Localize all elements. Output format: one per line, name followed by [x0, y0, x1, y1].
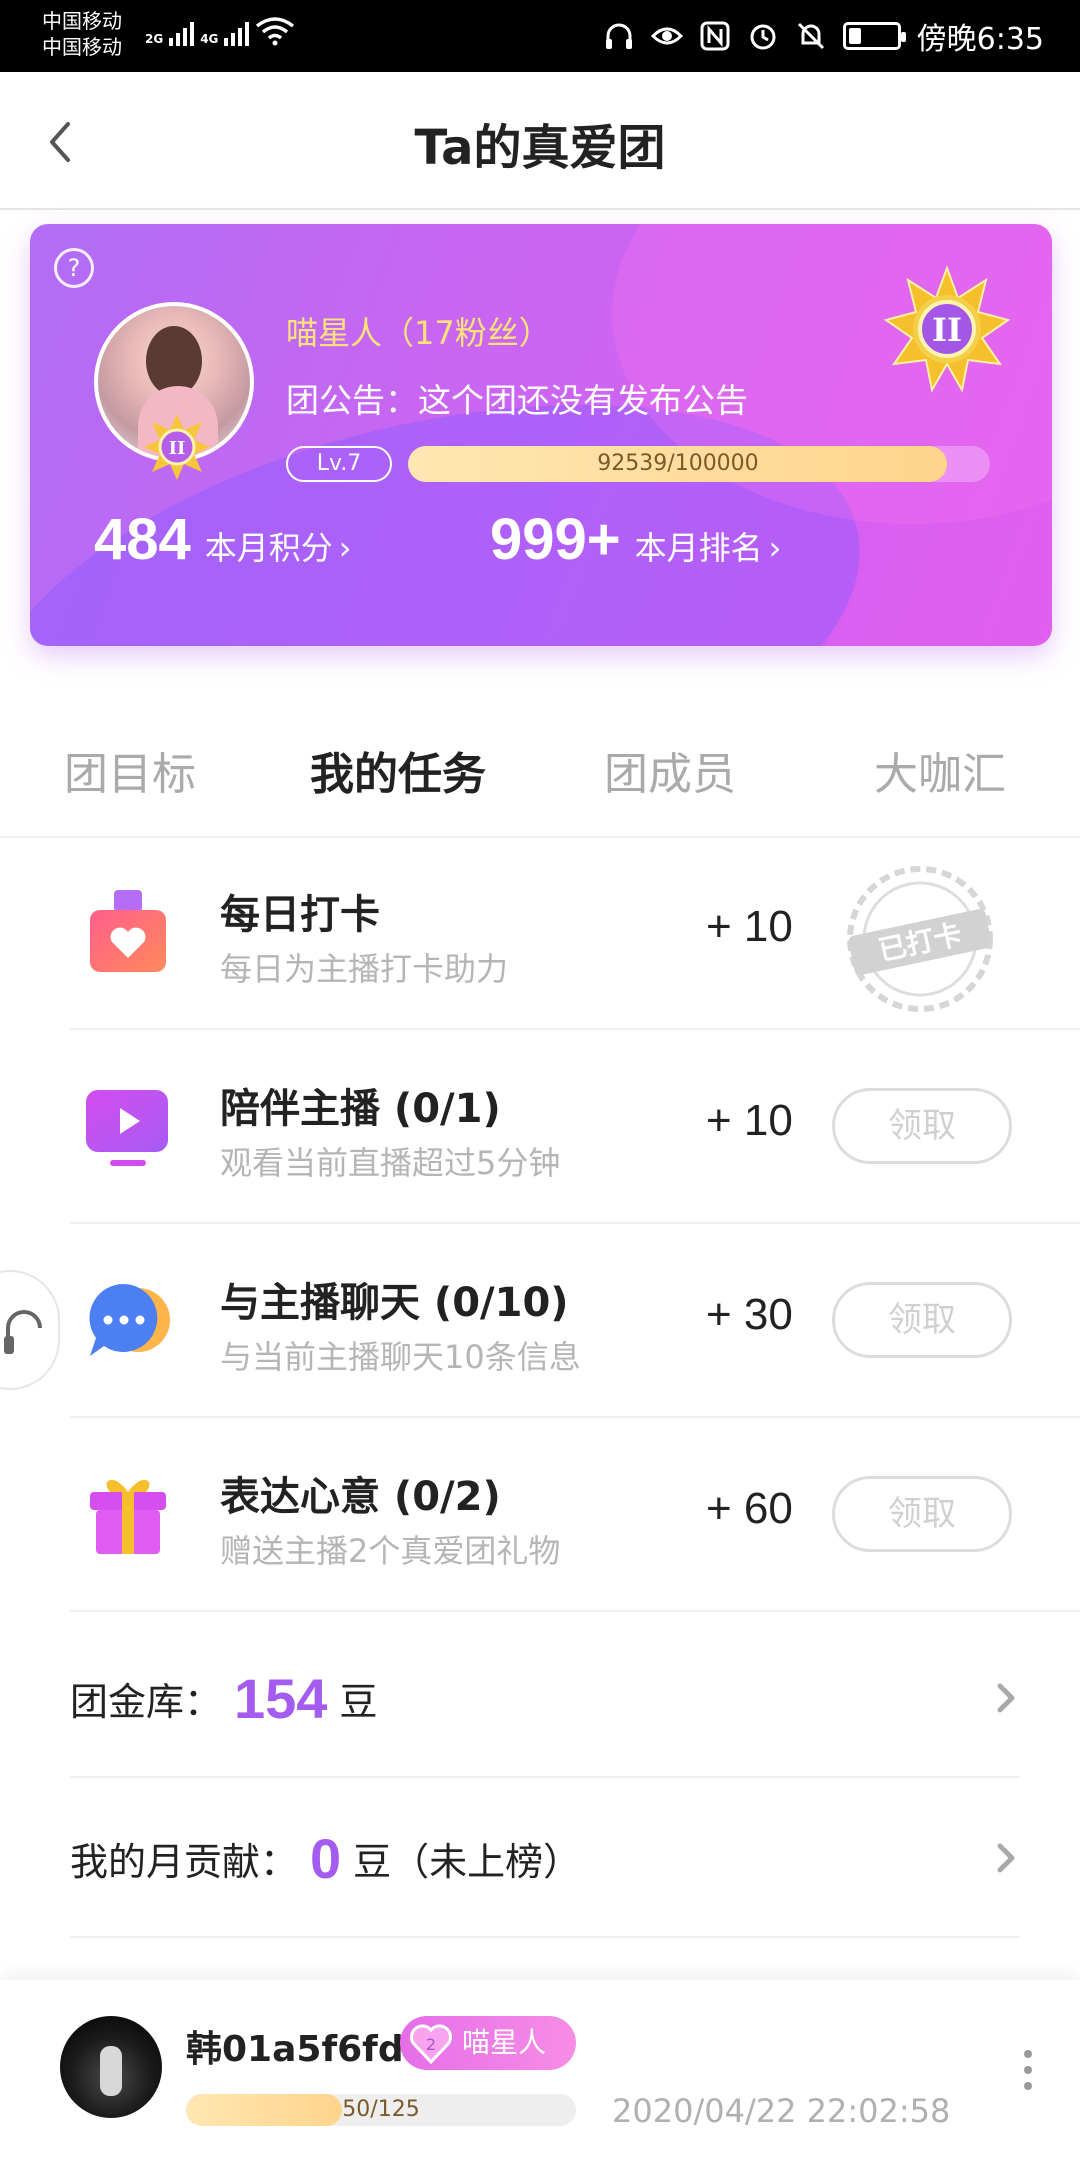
gift-icon [90, 1479, 166, 1554]
tab-big-shots[interactable]: 大咖汇 [874, 738, 1006, 802]
task-daily-checkin: 每日打卡 每日为主播打卡助力 + 10 已打卡 [70, 836, 1080, 1030]
task-points: + 10 [706, 902, 793, 951]
score-value: 484 [94, 507, 191, 572]
chat-bubble-icon [89, 1283, 170, 1356]
medal-icon: II [883, 265, 1011, 393]
play-video-icon [86, 1090, 168, 1166]
fan-club-card: ? II 喵星人（17粉丝） 团公告：这个团还没有发布公告 Lv.7 92539… [30, 224, 1052, 646]
fan-badge: 2 喵星人 [400, 2016, 576, 2070]
carrier-2: 中国移动 [42, 35, 122, 59]
mute-bell-icon [797, 22, 824, 50]
task-title: 陪伴主播 (0/1) [220, 1086, 501, 1132]
gift-box-heart-icon [90, 890, 166, 972]
checked-in-stamp: 已打卡 [847, 866, 993, 1012]
wifi-icon [256, 17, 295, 46]
treasury-row[interactable]: 团金库： 154 豆 [70, 1618, 1020, 1778]
headphone-icon [605, 23, 632, 49]
eye-icon [650, 27, 683, 45]
app-header: Ta的真爱团 [0, 72, 1080, 210]
contribution-label: 我的月贡献： [70, 1839, 299, 1884]
level-badge-icon: II [144, 414, 210, 480]
task-points: + 10 [706, 1096, 793, 1145]
task-title: 表达心意 (0/2) [220, 1474, 501, 1520]
member-name: 韩01a5f6fd [186, 2029, 404, 2070]
tab-members[interactable]: 团成员 [604, 738, 736, 802]
rank-label: 本月排名 [634, 529, 763, 567]
svg-text:II: II [932, 311, 962, 349]
task-desc: 与当前主播聊天10条信息 [220, 1338, 581, 1376]
tab-bar: 团目标 我的任务 团成员 大咖汇 [0, 720, 1080, 840]
battery-icon [842, 22, 906, 50]
score-label: 本月积分 [204, 529, 333, 567]
help-icon[interactable]: ? [54, 248, 94, 288]
task-accompany-anchor: 陪伴主播 (0/1) 观看当前直播超过5分钟 + 10 领取 [70, 1030, 1080, 1224]
task-send-gift: 表达心意 (0/2) 赠送主播2个真爱团礼物 + 60 领取 [70, 1418, 1080, 1612]
contribution-unit: 豆（未上榜） [353, 1839, 582, 1884]
svg-text:II: II [169, 438, 186, 459]
anchor-name: 喵星人（17粉丝） [286, 314, 551, 352]
floating-audio-bubble[interactable] [0, 1270, 60, 1390]
status-bar: 中国移动 中国移动 2G 4G 傍晚6:35 [0, 0, 1080, 72]
task-title: 与主播聊天 (0/10) [220, 1280, 569, 1326]
announcement: 团公告：这个团还没有发布公告 [286, 381, 748, 420]
page-title: Ta的真爱团 [414, 120, 666, 176]
treasury-text: 团金库： 154 豆 [70, 1618, 377, 1778]
carrier-labels: 中国移动 中国移动 [42, 8, 122, 60]
task-points: + 60 [706, 1484, 793, 1533]
task-title: 每日打卡 [220, 892, 380, 938]
signal-group: 2G 4G [145, 16, 295, 46]
net-type-2: 4G [200, 32, 219, 46]
monthly-rank[interactable]: 999+ 本月排名 › [490, 506, 781, 573]
treasury-unit: 豆 [339, 1679, 378, 1724]
chevron-right-icon: › [768, 529, 782, 567]
status-icons: 傍晚6:35 [603, 14, 1044, 58]
claim-button[interactable]: 领取 [832, 1282, 1012, 1358]
clock: 傍晚6:35 [916, 22, 1044, 57]
chevron-right-icon: › [338, 529, 352, 567]
claim-button[interactable]: 领取 [832, 1088, 1012, 1164]
monthly-score[interactable]: 484 本月积分 › [94, 506, 352, 573]
heart-badge-icon: 2 [410, 2024, 452, 2065]
level-progress-bar: 92539/100000 [408, 446, 990, 482]
task-desc: 赠送主播2个真爱团礼物 [220, 1532, 561, 1570]
alarm-icon [750, 24, 776, 50]
chevron-right-icon [997, 1843, 1015, 1873]
carrier-1: 中国移动 [42, 9, 122, 33]
task-chat-anchor: 与主播聊天 (0/10) 与当前主播聊天10条信息 + 30 领取 [70, 1224, 1080, 1418]
chevron-right-icon [997, 1683, 1015, 1713]
rank-value: 999+ [490, 507, 621, 572]
fan-badge-label: 喵星人 [462, 2026, 547, 2059]
task-desc: 观看当前直播超过5分钟 [220, 1144, 561, 1182]
signal-bars-icon [224, 20, 250, 46]
level-progress-text: 92539/100000 [597, 451, 759, 476]
member-timestamp: 2020/04/22 22:02:58 [612, 2092, 951, 2130]
member-info-bar: 韩01a5f6fd 2 喵星人 50/125 2020/04/22 22:02:… [0, 1980, 1080, 2160]
member-progress-text: 50/125 [342, 2097, 420, 2122]
contribution-row[interactable]: 我的月贡献： 0 豆（未上榜） [70, 1778, 1020, 1938]
nfc-icon [700, 21, 730, 51]
tab-my-tasks[interactable]: 我的任务 [310, 738, 486, 802]
member-avatar[interactable] [60, 2016, 162, 2118]
svg-text:2: 2 [426, 2035, 436, 2054]
signal-bars-icon [169, 20, 195, 46]
tab-group-goal[interactable]: 团目标 [64, 738, 196, 802]
more-vertical-icon[interactable] [1020, 2048, 1036, 2092]
level-pill: Lv.7 [286, 446, 392, 482]
treasury-label: 团金库： [70, 1679, 223, 1724]
claim-button[interactable]: 领取 [832, 1476, 1012, 1552]
contribution-text: 我的月贡献： 0 豆（未上榜） [70, 1778, 581, 1938]
task-desc: 每日为主播打卡助力 [220, 950, 509, 988]
member-progress-bar: 50/125 [186, 2094, 576, 2126]
treasury-value: 154 [234, 1666, 328, 1730]
task-points: + 30 [706, 1290, 793, 1339]
headphone-icon [4, 1310, 42, 1354]
net-type-1: 2G [145, 32, 164, 46]
contribution-value: 0 [310, 1826, 342, 1890]
